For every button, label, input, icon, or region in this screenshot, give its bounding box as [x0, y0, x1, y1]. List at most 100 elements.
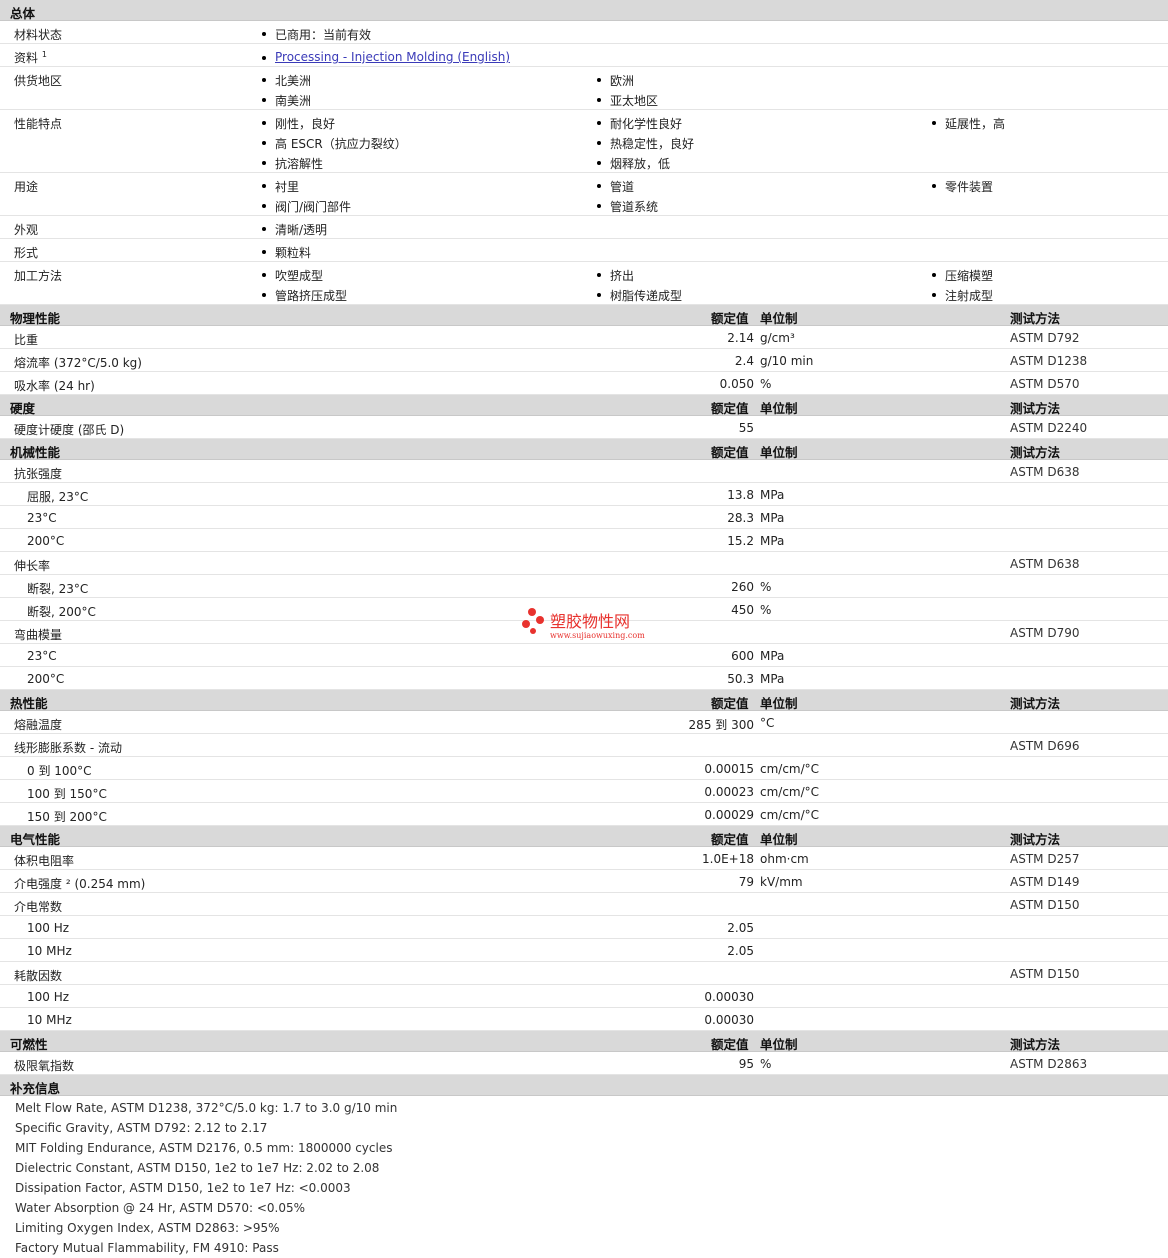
row-regions: 供货地区 北美洲 欧洲 南美洲 亚太地区 [0, 67, 1168, 110]
header-value: 额定值 [711, 696, 749, 711]
property-sections: 物理性能 额定值 单位制 测试方法 比重 2.14 g/cm³ ASTM D792 熔流率 (3… [0, 305, 1168, 1075]
property-unit: MPa [760, 534, 785, 548]
property-label: 100 到 150°C [27, 787, 107, 801]
section-title: 硬度 [10, 401, 36, 416]
section-header-notes: 补充信息 [0, 1075, 1168, 1096]
property-value: 95 [738, 1057, 754, 1071]
property-value: 13.8 [727, 488, 754, 502]
use-item: 管道 [595, 178, 634, 195]
row-form: 形式 颗粒料 [0, 239, 1168, 262]
property-label: 200°C [27, 672, 65, 686]
documents-item: Processing - Injection Molding (English) [260, 50, 510, 64]
property-row: 比重 2.14 g/cm³ ASTM D792 [0, 326, 1168, 349]
property-label: 弯曲模量 [14, 628, 63, 642]
property-row: 200°C 50.3 MPa [0, 667, 1168, 690]
property-row: 介电强度 ² (0.254 mm) 79 kV/mm ASTM D149 [0, 870, 1168, 893]
property-label: 23°C [27, 511, 57, 525]
property-value: 79 [738, 875, 754, 889]
header-value: 额定值 [711, 832, 749, 847]
feature-item: 热稳定性，良好 [595, 135, 694, 152]
property-value: 2.05 [727, 944, 754, 958]
header-method: 测试方法 [1010, 832, 1061, 847]
row-label: 加工方法 [14, 269, 63, 283]
feature-item: 抗溶解性 [260, 155, 323, 172]
note-text: Dissipation Factor, ASTM D150, 1e2 to 1e… [15, 1181, 351, 1195]
property-label: 介电常数 [14, 900, 63, 914]
note-item: Factory Mutual Flammability, FM 4910: Pa… [0, 1238, 1168, 1258]
section-header: 硬度 额定值 单位制 测试方法 [0, 395, 1168, 416]
note-text: Specific Gravity, ASTM D792: 2.12 to 2.1… [15, 1121, 268, 1135]
property-row: 10 MHz 0.00030 [0, 1008, 1168, 1031]
section-header: 热性能 额定值 单位制 测试方法 [0, 690, 1168, 711]
process-item: 树脂传递成型 [595, 287, 682, 304]
property-value: 0.00030 [704, 990, 754, 1004]
property-row: 断裂, 23°C 260% [0, 575, 1168, 598]
property-unit: % [760, 377, 772, 391]
property-row: 吸水率 (24 hr) 0.050% ASTM D570 [0, 372, 1168, 395]
property-value: 0.00015 [704, 762, 754, 776]
section-header-general: 总体 [0, 0, 1168, 21]
use-item: 衬里 [260, 178, 299, 195]
header-value: 额定值 [711, 1037, 749, 1052]
property-row: 100 Hz 0.00030 [0, 985, 1168, 1008]
feature-item: 耐化学性良好 [595, 115, 682, 132]
processing-doc-link[interactable]: Processing - Injection Molding (English) [275, 50, 510, 64]
property-value: 28.3 [727, 511, 754, 525]
property-value: 0.00023 [704, 785, 754, 799]
section-title: 物理性能 [10, 311, 61, 326]
process-item: 吹塑成型 [260, 267, 323, 284]
section-header: 机械性能 额定值 单位制 测试方法 [0, 439, 1168, 460]
header-unit: 单位制 [760, 1037, 798, 1052]
header-method: 测试方法 [1010, 311, 1061, 326]
row-label: 性能特点 [14, 117, 63, 131]
test-method: ASTM D792 [1010, 331, 1080, 345]
appearance-value: 清晰/透明 [260, 221, 327, 238]
section-title: 电气性能 [10, 832, 61, 847]
property-value: 0.050 [719, 377, 754, 391]
property-label: 伸长率 [14, 559, 51, 573]
property-label: 屈服, 23°C [27, 490, 89, 504]
header-unit: 单位制 [760, 696, 798, 711]
row-label: 材料状态 [14, 28, 63, 42]
property-unit: MPa [760, 511, 785, 525]
note-item: Specific Gravity, ASTM D792: 2.12 to 2.1… [0, 1118, 1168, 1138]
property-unit: % [760, 1057, 772, 1071]
test-method: ASTM D150 [1010, 898, 1080, 912]
property-unit: MPa [760, 649, 785, 663]
property-label: 23°C [27, 649, 57, 663]
test-method: ASTM D638 [1010, 557, 1080, 571]
section-header: 可燃性 额定值 单位制 测试方法 [0, 1031, 1168, 1052]
property-row: 线形膨胀系数 - 流动 ASTM D696 [0, 734, 1168, 757]
header-unit: 单位制 [760, 401, 798, 416]
property-unit: °C [760, 716, 775, 730]
row-label: 形式 [14, 246, 39, 260]
feature-item: 刚性，良好 [260, 115, 335, 132]
header-value: 额定值 [711, 311, 749, 326]
property-label: 100 Hz [27, 990, 70, 1004]
property-row: 熔融温度 285 到 300 °C [0, 711, 1168, 734]
property-label: 10 MHz [27, 1013, 72, 1027]
property-label: 极限氧指数 [14, 1059, 75, 1073]
property-row: 伸长率 ASTM D638 [0, 552, 1168, 575]
row-features: 性能特点 刚性，良好 耐化学性良好 延展性，高 高 ESCR（抗应力裂纹） 热稳… [0, 110, 1168, 173]
process-item: 压缩模塑 [930, 267, 993, 284]
header-method: 测试方法 [1010, 445, 1061, 460]
region-item: 北美洲 [260, 72, 311, 89]
region-item: 欧洲 [595, 72, 634, 89]
row-material-status: 材料状态 已商用：当前有效 [0, 21, 1168, 44]
section-header: 物理性能 额定值 单位制 测试方法 [0, 305, 1168, 326]
property-value: 285 到 300 [688, 718, 754, 732]
property-unit: kV/mm [760, 875, 803, 889]
process-item: 挤出 [595, 267, 634, 284]
property-label: 介电强度 ² (0.254 mm) [14, 877, 146, 891]
section-header: 电气性能 额定值 单位制 测试方法 [0, 826, 1168, 847]
property-unit: g/cm³ [760, 331, 795, 345]
use-item: 零件装置 [930, 178, 993, 195]
property-value: 50.3 [727, 672, 754, 686]
test-method: ASTM D638 [1010, 465, 1080, 479]
property-label: 0 到 100°C [27, 764, 92, 778]
section-title: 可燃性 [10, 1037, 48, 1052]
feature-item: 高 ESCR（抗应力裂纹） [260, 135, 407, 152]
property-row: 23°C 600 MPa [0, 644, 1168, 667]
form-value: 颗粒料 [260, 244, 311, 261]
